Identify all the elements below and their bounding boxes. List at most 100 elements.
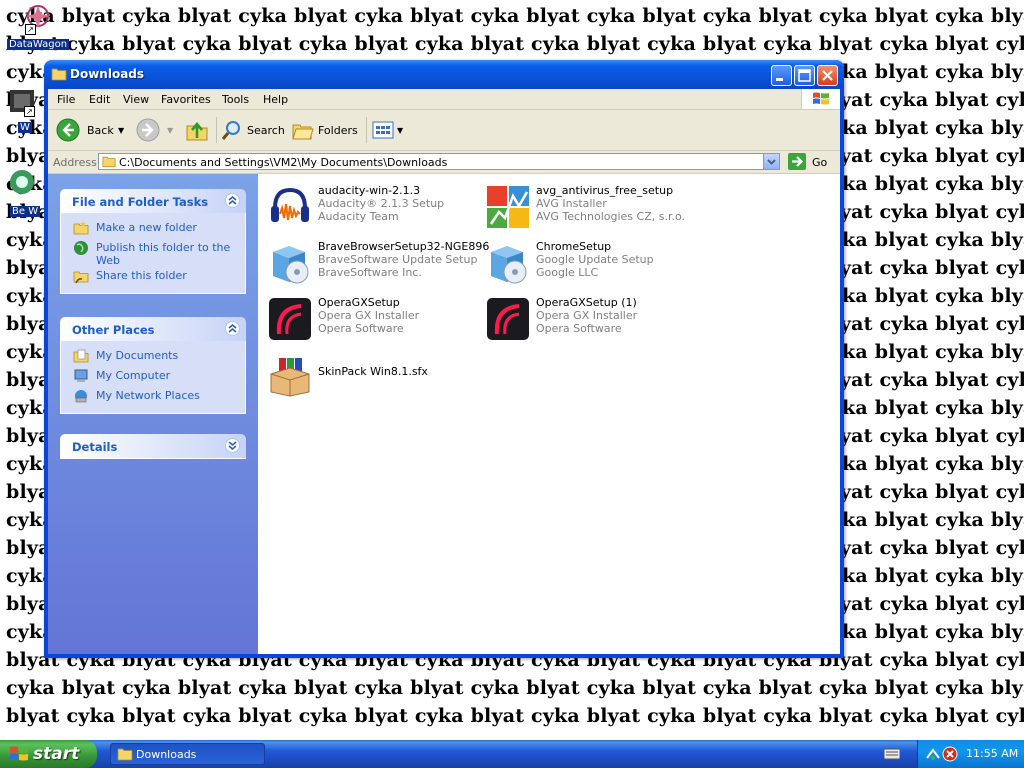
folder-icon [51,68,67,81]
file-item-brave-setup[interactable]: BraveBrowserSetup32-NGE896 BraveSoftware… [262,238,489,290]
panel-header[interactable]: Other Places [60,317,246,341]
back-dropdown-icon[interactable]: ▼ [118,126,124,135]
go-arrow-icon [788,153,806,170]
file-folder-tasks-panel: File and Folder Tasks Make a new folder … [60,189,246,294]
task-publish-folder[interactable]: Publish this folder to the Web [61,239,245,267]
back-button[interactable]: Back ▼ [56,118,124,142]
panel-title: Details [72,440,118,454]
task-label: Make a new folder [96,221,197,234]
panel-body: Make a new folder Publish this folder to… [60,213,246,294]
expand-button[interactable] [225,438,240,453]
security-alert-icon[interactable] [942,746,958,762]
folders-button[interactable]: Folders [291,118,361,142]
task-label: Share this folder [96,269,187,282]
maximize-button[interactable] [794,65,815,86]
taskbar: start Downloads 11:55 AM [0,740,1024,768]
file-name: OperaGXSetup (1) [536,296,637,309]
task-share-folder[interactable]: Share this folder [61,267,245,287]
file-description: Opera GX Installer [536,309,638,322]
place-my-computer[interactable]: My Computer [61,367,245,387]
file-item-skinpack[interactable]: SkinPack Win8.1.sfx [262,350,477,402]
place-my-documents[interactable]: My Documents [61,347,245,367]
menu-favorites[interactable]: Favorites [161,93,211,106]
menu-bar: File Edit View Favorites Tools Help [48,89,840,110]
network-icon [75,390,87,403]
task-make-new-folder[interactable]: Make a new folder [61,219,245,239]
file-list: audacity-win-2.1.3 Audacity® 2.1.3 Setup… [258,174,840,654]
opera-gx-icon [269,298,311,340]
shortcut-arrow-icon: ↗ [24,106,35,117]
search-button[interactable]: Search [220,118,286,142]
desktop-icon-app[interactable]: ↗ W [0,86,44,133]
views-dropdown-icon[interactable]: ▼ [397,126,403,135]
my-documents-icon [73,349,89,363]
start-button[interactable]: start [0,740,97,768]
toolbar: Back ▼ ▼ Search Folders ▼ [48,110,840,151]
desktop-icon-label: Be W [10,206,41,217]
window-title: Downloads [70,67,145,81]
go-button[interactable]: Go [788,153,827,171]
title-bar[interactable]: Downloads [44,60,844,89]
up-folder-icon [186,121,208,141]
file-description: Audacity® 2.1.3 Setup [318,197,445,210]
installer-icon [491,246,527,284]
panel-header[interactable]: File and Folder Tasks [60,189,246,213]
explorer-window: Downloads File Edit View Favorites Tools… [44,60,844,658]
keyboard-icon[interactable] [884,748,900,760]
app-icon [10,170,34,194]
installer-icon [273,246,309,284]
panel-header[interactable]: Details [60,434,246,459]
opera-gx-icon [487,298,529,340]
place-my-network-places[interactable]: My Network Places [61,387,245,407]
task-label: Publish this folder to the Web [96,241,231,267]
avg-icon [487,186,529,228]
panel-title: File and Folder Tasks [72,195,209,209]
chevron-down-icon [767,159,776,165]
collapse-button[interactable] [225,193,240,208]
file-item-chrome-setup[interactable]: ChromeSetup Google Update Setup Google L… [480,238,695,290]
chevron-up-icon [228,196,237,205]
place-label: My Computer [96,369,171,382]
network-status-icon[interactable] [925,746,941,762]
desktop-icon-app[interactable]: Be W [0,166,44,217]
place-label: My Documents [96,349,179,362]
menu-edit[interactable]: Edit [89,93,110,106]
globe-icon [74,241,88,255]
windows-flag-icon [813,92,829,105]
new-folder-icon [73,221,89,235]
menu-help[interactable]: Help [263,93,288,106]
folders-icon [292,124,314,140]
window-client: File Edit View Favorites Tools Help Back… [48,89,840,654]
forward-button[interactable]: ▼ [136,118,176,142]
forward-arrow-icon [136,118,160,142]
desktop-icon-datawagon[interactable]: ↗ DataWagon [3,2,73,50]
search-label: Search [247,124,285,137]
windows-flag-icon [10,746,28,761]
file-item-opera-gx-setup[interactable]: OperaGXSetup Opera GX Installer Opera So… [262,294,477,346]
up-folder-button[interactable] [185,118,211,142]
share-folder-icon [73,271,89,284]
minimize-button[interactable] [771,65,792,86]
taskbar-button-label: Downloads [136,748,197,761]
menu-file[interactable]: File [57,93,75,106]
file-item-audacity[interactable]: audacity-win-2.1.3 Audacity® 2.1.3 Setup… [262,182,477,234]
audacity-icon [271,187,309,222]
close-button[interactable] [817,65,838,86]
file-item-avg[interactable]: avg_antivirus_free_setup AVG Installer A… [480,182,695,234]
place-label: My Network Places [96,389,200,402]
address-input[interactable]: C:\Documents and Settings\VM2\My Documen… [98,153,780,170]
file-name: OperaGXSetup [318,296,400,309]
archive-icon [270,358,310,397]
folder-icon [102,156,116,168]
file-name: SkinPack Win8.1.sfx [318,365,428,378]
file-item-opera-gx-setup-1[interactable]: OperaGXSetup (1) Opera GX Installer Oper… [480,294,695,346]
taskbar-button-downloads[interactable]: Downloads [110,743,265,765]
menu-tools[interactable]: Tools [222,93,249,106]
views-button[interactable]: ▼ [371,118,407,142]
search-icon [221,121,240,140]
toolbar-separator [366,117,367,143]
address-dropdown-button[interactable] [763,154,779,169]
collapse-button[interactable] [225,321,240,336]
file-company: Opera Software [318,322,404,335]
menu-view[interactable]: View [123,93,149,106]
